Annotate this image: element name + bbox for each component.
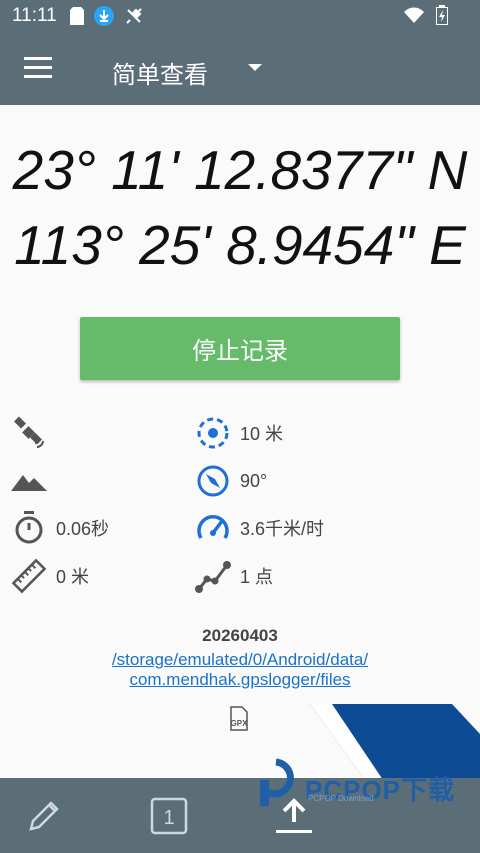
stat-altitude xyxy=(10,462,48,500)
watermark-subtext: PCPOP Download xyxy=(308,794,374,803)
compass-icon xyxy=(194,462,232,500)
stat-speed: 3.6千米/时 xyxy=(194,509,324,547)
app-bar: 简单查看 xyxy=(0,33,480,105)
menu-button[interactable] xyxy=(24,57,52,81)
status-bar: 11:11 xyxy=(0,0,480,33)
stop-logging-button[interactable]: 停止记录 xyxy=(80,317,400,380)
speedometer-icon xyxy=(194,509,232,547)
gpx-file-icon: GPX xyxy=(227,706,251,732)
chevron-down-icon[interactable] xyxy=(248,64,262,71)
log-file-date: 20260403 xyxy=(202,626,278,645)
stat-accuracy: 10 米 xyxy=(194,414,283,452)
gps-satellite-icon xyxy=(126,8,142,24)
wifi-icon xyxy=(404,7,424,23)
latitude-display: 23° 11' 12.8377" N xyxy=(12,139,468,201)
svg-text:GPX: GPX xyxy=(231,719,249,728)
annotate-button[interactable] xyxy=(24,796,64,836)
status-icons-left xyxy=(70,6,144,26)
stat-distance: 0 米 xyxy=(10,557,89,595)
longitude-display: 113° 25' 8.9454" E xyxy=(14,214,466,276)
duration-value: 0.06秒 xyxy=(56,519,110,539)
stat-points: 1 点 xyxy=(194,557,273,595)
stat-bearing: 90° xyxy=(194,462,267,500)
one-point-button[interactable]: 1 xyxy=(149,796,189,836)
mountain-icon xyxy=(10,462,48,500)
sim-card-icon xyxy=(70,7,84,25)
stopwatch-icon xyxy=(10,509,48,547)
points-value: 1 点 xyxy=(240,567,274,587)
speed-value: 3.6千米/时 xyxy=(240,519,325,539)
battery-charging-icon xyxy=(436,5,448,25)
satellite-icon xyxy=(10,414,48,452)
status-time: 11:11 xyxy=(12,5,57,26)
stat-duration: 0.06秒 xyxy=(10,509,109,547)
pencil-icon xyxy=(29,801,59,831)
route-points-icon xyxy=(194,557,232,595)
watermark-logo-icon xyxy=(259,758,294,806)
status-icons-right xyxy=(404,5,448,25)
download-icon xyxy=(94,6,114,26)
file-path-link-line2[interactable]: com.mendhak.gpslogger/files xyxy=(0,670,480,690)
counter-label: 1 xyxy=(163,807,174,829)
file-path-link-line1[interactable]: /storage/emulated/0/Android/data/ xyxy=(0,650,480,670)
bearing-value: 90° xyxy=(240,470,268,491)
view-selector-title[interactable]: 简单查看 xyxy=(112,55,208,90)
accuracy-value: 10 米 xyxy=(240,424,284,444)
accuracy-target-icon xyxy=(194,414,232,452)
ruler-icon xyxy=(10,557,48,595)
stat-satellites xyxy=(10,414,48,452)
distance-value: 0 米 xyxy=(56,567,90,587)
